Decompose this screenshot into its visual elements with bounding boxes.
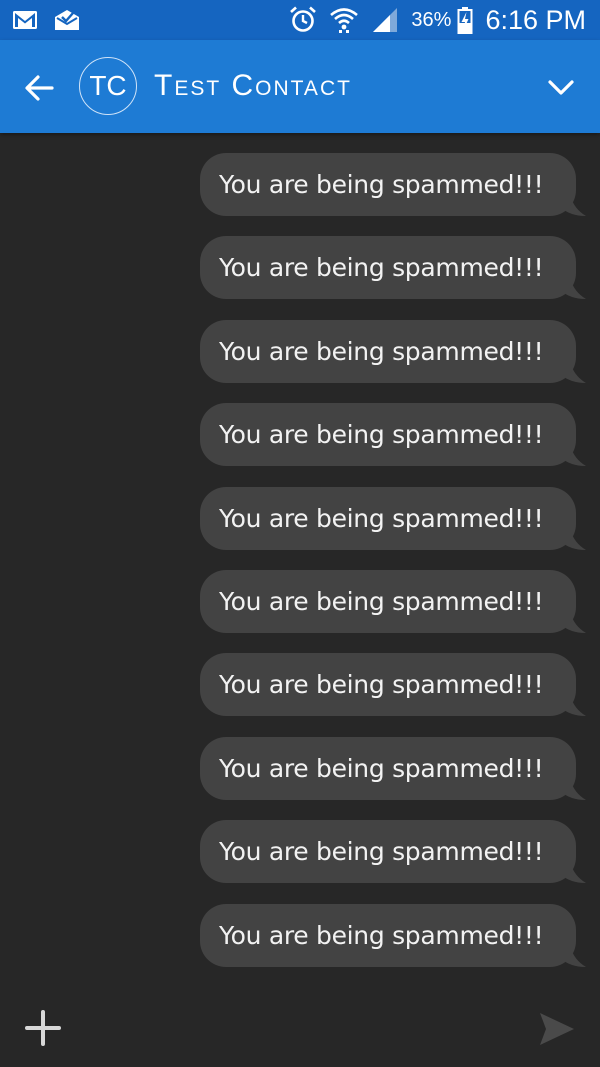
message-item[interactable]: You are being spammed!!! — [200, 570, 590, 634]
message-bubble: You are being spammed!!! — [200, 236, 576, 300]
avatar[interactable]: TC — [79, 57, 137, 115]
contact-name[interactable]: Test Contact — [154, 66, 352, 106]
send-icon[interactable] — [538, 1011, 576, 1047]
message-item[interactable]: You are being spammed!!! — [200, 236, 590, 300]
message-bubble: You are being spammed!!! — [200, 903, 576, 967]
compose-bar — [0, 993, 600, 1067]
message-item[interactable]: You are being spammed!!! — [200, 736, 590, 801]
message-item[interactable]: You are being spammed!!! — [200, 153, 590, 217]
status-bar: 36% 6:16 PM — [0, 0, 600, 40]
message-item[interactable]: You are being spammed!!! — [200, 403, 590, 467]
message-bubble: You are being spammed!!! — [200, 319, 576, 383]
alarm-icon — [290, 6, 317, 32]
message-bubble: You are being spammed!!! — [200, 653, 576, 717]
avatar-initials: TC — [89, 70, 127, 101]
message-item[interactable]: You are being spammed!!! — [200, 319, 590, 384]
conversation-screen: 36% 6:16 PM TC Test Contact You are bein… — [0, 0, 600, 1067]
status-time: 6:16 PM — [485, 5, 586, 35]
conversation-header: TC Test Contact — [0, 40, 600, 133]
chevron-down-icon[interactable] — [546, 72, 576, 102]
message-item[interactable]: You are being spammed!!! — [200, 820, 590, 884]
gmail-icon — [13, 11, 37, 29]
signal-icon — [373, 8, 398, 32]
battery-charging-icon — [457, 7, 473, 34]
status-notifications — [12, 6, 80, 34]
message-bubble: You are being spammed!!! — [200, 736, 576, 800]
message-bubble: You are being spammed!!! — [200, 486, 576, 550]
arrow-left-icon[interactable] — [22, 70, 58, 106]
message-item[interactable]: You are being spammed!!! — [200, 653, 590, 717]
wifi-icon — [330, 8, 359, 33]
message-list[interactable]: You are being spammed!!! You are being s… — [0, 133, 600, 993]
message-bubble: You are being spammed!!! — [200, 820, 576, 884]
battery-percent: 36% — [411, 8, 452, 31]
message-bubble: You are being spammed!!! — [200, 570, 576, 633]
message-bubble: You are being spammed!!! — [200, 403, 576, 467]
message-item[interactable]: You are being spammed!!! — [200, 903, 590, 968]
plus-icon[interactable] — [22, 1007, 64, 1049]
message-bubble: You are being spammed!!! — [200, 153, 576, 216]
status-system: 36% 6:16 PM — [289, 4, 586, 36]
mail-check-icon — [55, 10, 79, 30]
message-item[interactable]: You are being spammed!!! — [200, 486, 590, 551]
